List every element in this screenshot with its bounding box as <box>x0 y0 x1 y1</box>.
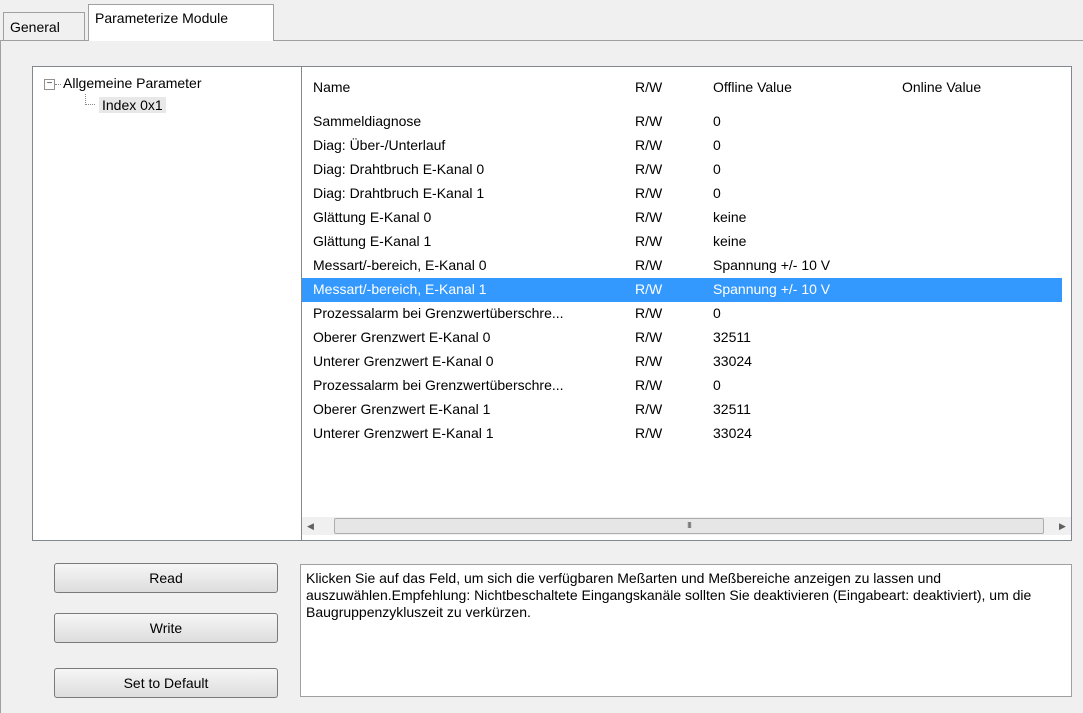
parameter-tree[interactable]: − Allgemeine Parameter Index 0x1 <box>32 66 302 541</box>
cell-name: Oberer Grenzwert E-Kanal 1 <box>313 401 491 417</box>
column-header-name[interactable]: Name <box>313 79 350 95</box>
cell-name: Diag: Drahtbruch E-Kanal 1 <box>313 185 485 201</box>
column-header-rw[interactable]: R/W <box>635 79 662 95</box>
cell-rw: R/W <box>635 233 663 249</box>
table-row[interactable]: Unterer Grenzwert E-Kanal 0 R/W 33024 <box>302 350 1062 374</box>
cell-name: Glättung E-Kanal 0 <box>313 209 432 225</box>
cell-name: Prozessalarm bei Grenzwertüberschre... <box>313 377 564 393</box>
tree-node-index-0x1[interactable]: Index 0x1 <box>99 97 166 113</box>
column-header-online-value[interactable]: Online Value <box>902 79 981 95</box>
tab-strip: General Parameterize Module <box>0 0 1083 41</box>
cell-rw: R/W <box>635 209 663 225</box>
cell-offline-value: 0 <box>713 185 721 201</box>
tab-parameterize-module[interactable]: Parameterize Module <box>88 4 274 41</box>
parameter-grid[interactable]: Name R/W Offline Value Online Value Samm… <box>301 66 1072 541</box>
cell-rw: R/W <box>635 425 663 441</box>
table-row[interactable]: Oberer Grenzwert E-Kanal 1 R/W 32511 <box>302 398 1062 422</box>
cell-rw: R/W <box>635 137 663 153</box>
cell-name: Diag: Drahtbruch E-Kanal 0 <box>313 161 485 177</box>
table-row[interactable]: Sammeldiagnose R/W 0 <box>302 110 1062 134</box>
cell-name: Messart/-bereich, E-Kanal 0 <box>313 257 487 273</box>
table-row[interactable]: Messart/-bereich, E-Kanal 0 R/W Spannung +… <box>302 254 1062 278</box>
cell-offline-value: 0 <box>713 137 721 153</box>
cell-rw: R/W <box>635 401 663 417</box>
cell-offline-value: keine <box>713 233 747 249</box>
tree-connector <box>55 84 61 85</box>
table-row[interactable]: Diag: Drahtbruch E-Kanal 1 R/W 0 <box>302 182 1062 206</box>
tree-connector <box>85 104 95 105</box>
cell-name: Diag: Über-/Unterlauf <box>313 137 446 153</box>
scroll-thumb[interactable]: III <box>334 518 1044 534</box>
cell-offline-value: 0 <box>713 113 721 129</box>
tree-node-allgemeine-parameter[interactable]: Allgemeine Parameter <box>63 75 202 91</box>
cell-offline-value: 0 <box>713 161 721 177</box>
cell-offline-value: 0 <box>713 305 721 321</box>
cell-rw: R/W <box>635 329 663 345</box>
cell-name: Oberer Grenzwert E-Kanal 0 <box>313 329 491 345</box>
parameter-description: Klicken Sie auf das Feld, um sich die ve… <box>300 564 1072 697</box>
collapse-icon[interactable]: − <box>44 79 55 90</box>
table-row[interactable]: Diag: Über-/Unterlauf R/W 0 <box>302 134 1062 158</box>
cell-rw: R/W <box>635 377 663 393</box>
cell-name: Messart/-bereich, E-Kanal 1 <box>313 281 487 297</box>
scroll-left-icon[interactable]: ◀ <box>302 517 319 535</box>
scroll-right-icon[interactable]: ▶ <box>1054 517 1071 535</box>
cell-name: Unterer Grenzwert E-Kanal 1 <box>313 425 494 441</box>
cell-offline-value: 33024 <box>713 353 752 369</box>
column-header-offline-value[interactable]: Offline Value <box>713 79 792 95</box>
cell-rw: R/W <box>635 281 663 297</box>
grid-header: Name R/W Offline Value Online Value <box>302 67 1071 107</box>
table-row[interactable]: Glättung E-Kanal 0 R/W keine <box>302 206 1062 230</box>
cell-offline-value: 0 <box>713 377 721 393</box>
cell-name: Glättung E-Kanal 1 <box>313 233 432 249</box>
horizontal-scrollbar[interactable]: ◀ III ▶ <box>302 517 1071 535</box>
cell-offline-value: 32511 <box>713 329 751 345</box>
cell-name: Unterer Grenzwert E-Kanal 0 <box>313 353 494 369</box>
table-row[interactable]: Diag: Drahtbruch E-Kanal 0 R/W 0 <box>302 158 1062 182</box>
cell-offline-value: 32511 <box>713 401 751 417</box>
read-button[interactable]: Read <box>54 563 278 593</box>
table-row[interactable]: Oberer Grenzwert E-Kanal 0 R/W 32511 <box>302 326 1062 350</box>
cell-rw: R/W <box>635 257 663 273</box>
cell-rw: R/W <box>635 353 663 369</box>
cell-rw: R/W <box>635 161 663 177</box>
cell-rw: R/W <box>635 305 663 321</box>
table-row[interactable]: Prozessalarm bei Grenzwertüberschre... R/… <box>302 302 1062 326</box>
write-button[interactable]: Write <box>54 613 278 643</box>
cell-rw: R/W <box>635 113 663 129</box>
set-to-default-button[interactable]: Set to Default <box>54 668 278 698</box>
table-row[interactable]: Messart/-bereich, E-Kanal 1 R/W Spannung +… <box>302 278 1062 302</box>
table-row[interactable]: Unterer Grenzwert E-Kanal 1 R/W 33024 <box>302 422 1062 446</box>
cell-offline-value: Spannung +/- 10 V <box>713 281 831 297</box>
cell-offline-value: 33024 <box>713 425 752 441</box>
cell-name: Prozessalarm bei Grenzwertüberschre... <box>313 305 564 321</box>
cell-offline-value: keine <box>713 209 747 225</box>
table-row[interactable]: Glättung E-Kanal 1 R/W keine <box>302 230 1062 254</box>
table-row[interactable]: Prozessalarm bei Grenzwertüberschre... R/… <box>302 374 1062 398</box>
cell-rw: R/W <box>635 185 663 201</box>
cell-name: Sammeldiagnose <box>313 113 422 129</box>
cell-offline-value: Spannung +/- 10 V <box>713 257 831 273</box>
tab-general[interactable]: General <box>3 12 85 40</box>
